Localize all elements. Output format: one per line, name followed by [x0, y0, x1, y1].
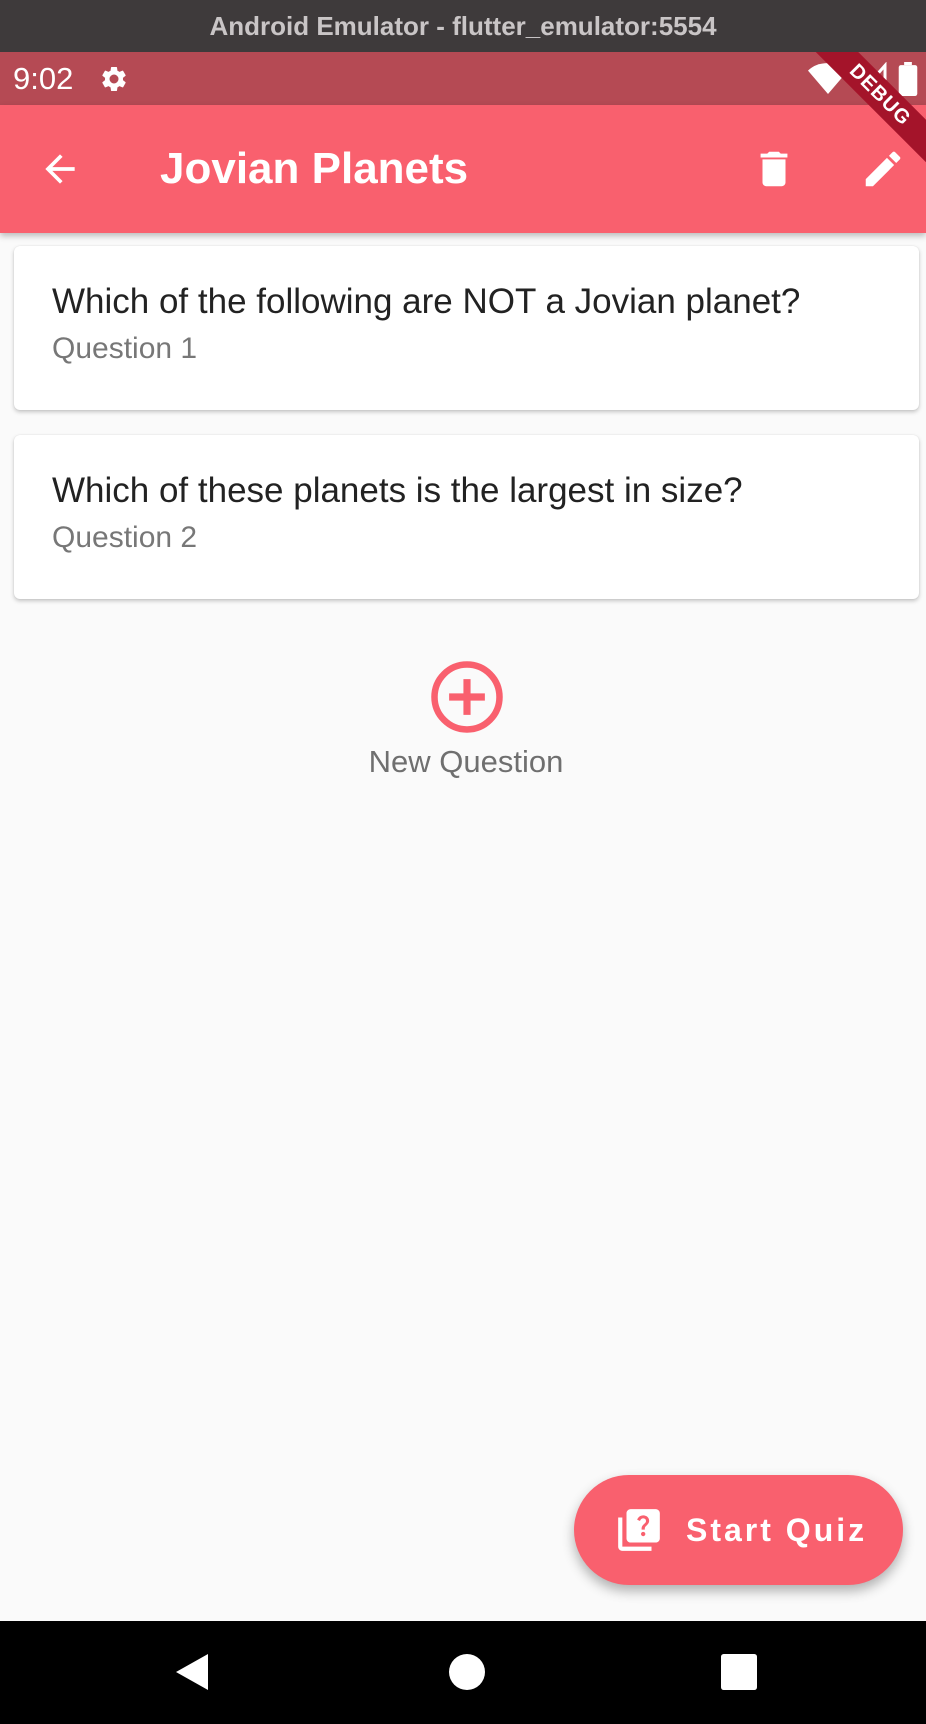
start-quiz-label: Start Quiz	[686, 1511, 868, 1548]
arrow-back-icon	[45, 154, 75, 184]
delete-icon	[760, 151, 788, 187]
edit-icon	[865, 151, 901, 187]
page-title: Jovian Planets	[160, 144, 469, 193]
add-circle-icon	[431, 661, 503, 733]
status-bar: 9:02	[0, 52, 926, 105]
question-card-2[interactable]: Which of these planets is the largest in…	[14, 435, 919, 599]
battery-icon	[898, 62, 918, 96]
question-subtitle: Question 2	[52, 521, 198, 554]
signal-icon	[858, 62, 887, 94]
question-card-1[interactable]: Which of the following are NOT a Jovian …	[14, 246, 919, 410]
new-question-label: New Question	[368, 744, 564, 779]
emulator-title: Android Emulator - flutter_emulator:5554	[209, 10, 717, 41]
delete-button[interactable]	[744, 139, 804, 199]
home-circle-icon	[449, 1654, 485, 1690]
navigation-bar	[0, 1621, 926, 1724]
nav-back-button[interactable]	[162, 1642, 222, 1702]
recents-square-icon	[721, 1654, 757, 1690]
settings-icon	[102, 66, 127, 91]
nav-recents-button[interactable]	[709, 1642, 769, 1702]
quiz-icon	[618, 1509, 660, 1551]
status-icons	[808, 62, 918, 96]
back-button[interactable]	[30, 139, 90, 199]
new-question-button[interactable]: New Question	[360, 656, 572, 786]
nav-home-button[interactable]	[437, 1642, 497, 1702]
question-title: Which of the following are NOT a Jovian …	[52, 282, 801, 321]
app-bar: Jovian Planets	[0, 105, 926, 233]
start-quiz-button[interactable]: Start Quiz	[574, 1475, 903, 1585]
question-subtitle: Question 1	[52, 332, 198, 365]
emulator-title-bar: Android Emulator - flutter_emulator:5554	[0, 0, 926, 52]
wifi-icon	[808, 63, 848, 94]
back-triangle-icon	[176, 1654, 208, 1690]
edit-button[interactable]	[853, 139, 913, 199]
question-title: Which of these planets is the largest in…	[52, 471, 743, 510]
status-time: 9:02	[13, 60, 74, 96]
